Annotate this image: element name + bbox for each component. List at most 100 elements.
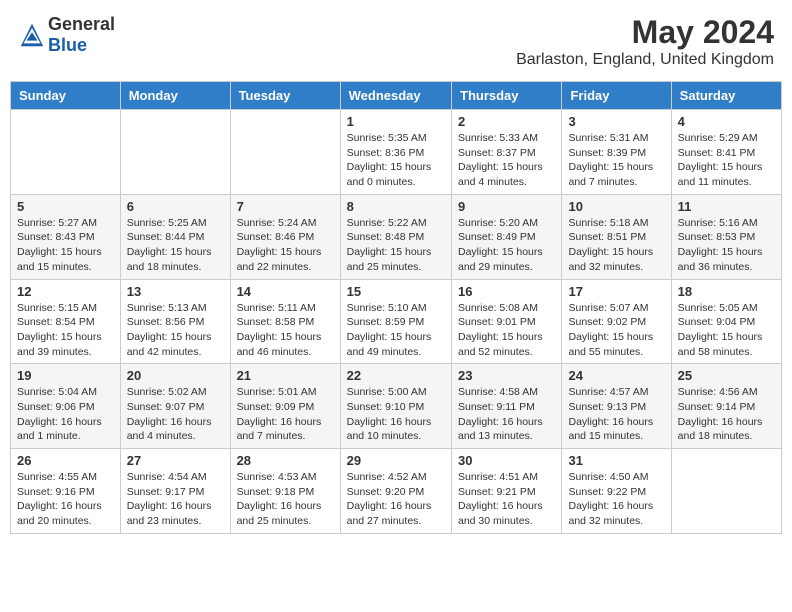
day-detail: Sunrise: 4:58 AMSunset: 9:11 PMDaylight:…	[458, 385, 555, 444]
logo-text-blue: Blue	[48, 35, 87, 55]
day-detail: Sunrise: 5:01 AMSunset: 9:09 PMDaylight:…	[237, 385, 334, 444]
day-number: 18	[678, 284, 775, 299]
day-number: 13	[127, 284, 224, 299]
calendar-header-row: SundayMondayTuesdayWednesdayThursdayFrid…	[11, 82, 782, 110]
calendar-cell	[230, 110, 340, 195]
calendar-cell: 15 Sunrise: 5:10 AMSunset: 8:59 PMDayligh…	[340, 279, 451, 364]
day-detail: Sunrise: 5:18 AMSunset: 8:51 PMDaylight:…	[568, 216, 664, 275]
day-detail: Sunrise: 5:24 AMSunset: 8:46 PMDaylight:…	[237, 216, 334, 275]
column-header-friday: Friday	[562, 82, 671, 110]
calendar-cell: 8 Sunrise: 5:22 AMSunset: 8:48 PMDaylight…	[340, 194, 451, 279]
calendar-cell: 11 Sunrise: 5:16 AMSunset: 8:53 PMDayligh…	[671, 194, 781, 279]
day-number: 12	[17, 284, 114, 299]
column-header-sunday: Sunday	[11, 82, 121, 110]
day-detail: Sunrise: 5:22 AMSunset: 8:48 PMDaylight:…	[347, 216, 445, 275]
day-detail: Sunrise: 4:54 AMSunset: 9:17 PMDaylight:…	[127, 470, 224, 529]
calendar-cell: 29Sunrise: 4:52 AMSunset: 9:20 PMDayligh…	[340, 449, 451, 534]
day-number: 2	[458, 114, 555, 129]
day-detail: Sunrise: 5:07 AMSunset: 9:02 PMDaylight:…	[568, 301, 664, 360]
day-detail: Sunrise: 4:53 AMSunset: 9:18 PMDaylight:…	[237, 470, 334, 529]
day-detail: Sunrise: 5:05 AMSunset: 9:04 PMDaylight:…	[678, 301, 775, 360]
calendar-cell: 14 Sunrise: 5:11 AMSunset: 8:58 PMDayligh…	[230, 279, 340, 364]
day-number: 5	[17, 199, 114, 214]
day-detail: Sunrise: 5:15 AMSunset: 8:54 PMDaylight:…	[17, 301, 114, 360]
day-detail: Sunrise: 5:20 AMSunset: 8:49 PMDaylight:…	[458, 216, 555, 275]
calendar-cell: 27Sunrise: 4:54 AMSunset: 9:17 PMDayligh…	[120, 449, 230, 534]
calendar-cell: 25 Sunrise: 4:56 AMSunset: 9:14 PMDayligh…	[671, 364, 781, 449]
calendar-cell: 12 Sunrise: 5:15 AMSunset: 8:54 PMDayligh…	[11, 279, 121, 364]
day-number: 23	[458, 368, 555, 383]
calendar-cell: 10Sunrise: 5:18 AMSunset: 8:51 PMDayligh…	[562, 194, 671, 279]
calendar-cell: 17 Sunrise: 5:07 AMSunset: 9:02 PMDayligh…	[562, 279, 671, 364]
calendar-cell: 9 Sunrise: 5:20 AMSunset: 8:49 PMDaylight…	[452, 194, 562, 279]
day-number: 6	[127, 199, 224, 214]
calendar-week-row: 1Sunrise: 5:35 AMSunset: 8:36 PMDaylight…	[11, 110, 782, 195]
logo: General Blue	[18, 14, 115, 56]
calendar-cell: 31 Sunrise: 4:50 AMSunset: 9:22 PMDayligh…	[562, 449, 671, 534]
column-header-tuesday: Tuesday	[230, 82, 340, 110]
column-header-thursday: Thursday	[452, 82, 562, 110]
calendar-cell: 7 Sunrise: 5:24 AMSunset: 8:46 PMDaylight…	[230, 194, 340, 279]
day-detail: Sunrise: 5:31 AMSunset: 8:39 PMDaylight:…	[568, 131, 664, 190]
day-detail: Sunrise: 5:27 AMSunset: 8:43 PMDaylight:…	[17, 216, 114, 275]
calendar-week-row: 19Sunrise: 5:04 AMSunset: 9:06 PMDayligh…	[11, 364, 782, 449]
calendar-cell: 22Sunrise: 5:00 AMSunset: 9:10 PMDayligh…	[340, 364, 451, 449]
calendar-cell: 3 Sunrise: 5:31 AMSunset: 8:39 PMDaylight…	[562, 110, 671, 195]
day-detail: Sunrise: 5:16 AMSunset: 8:53 PMDaylight:…	[678, 216, 775, 275]
day-detail: Sunrise: 4:56 AMSunset: 9:14 PMDaylight:…	[678, 385, 775, 444]
day-number: 14	[237, 284, 334, 299]
day-number: 4	[678, 114, 775, 129]
day-number: 24	[568, 368, 664, 383]
calendar-cell: 30 Sunrise: 4:51 AMSunset: 9:21 PMDayligh…	[452, 449, 562, 534]
day-number: 28	[237, 453, 334, 468]
page-header: General Blue May 2024 Barlaston, England…	[10, 10, 782, 73]
day-number: 17	[568, 284, 664, 299]
calendar-cell: 18 Sunrise: 5:05 AMSunset: 9:04 PMDayligh…	[671, 279, 781, 364]
calendar-cell: 20Sunrise: 5:02 AMSunset: 9:07 PMDayligh…	[120, 364, 230, 449]
day-number: 30	[458, 453, 555, 468]
day-number: 22	[347, 368, 445, 383]
logo-icon	[18, 21, 46, 49]
day-number: 8	[347, 199, 445, 214]
day-number: 9	[458, 199, 555, 214]
calendar-cell: 19Sunrise: 5:04 AMSunset: 9:06 PMDayligh…	[11, 364, 121, 449]
calendar-cell: 21 Sunrise: 5:01 AMSunset: 9:09 PMDayligh…	[230, 364, 340, 449]
day-number: 7	[237, 199, 334, 214]
calendar-cell: 28 Sunrise: 4:53 AMSunset: 9:18 PMDayligh…	[230, 449, 340, 534]
day-detail: Sunrise: 4:57 AMSunset: 9:13 PMDaylight:…	[568, 385, 664, 444]
day-detail: Sunrise: 4:50 AMSunset: 9:22 PMDaylight:…	[568, 470, 664, 529]
day-number: 31	[568, 453, 664, 468]
calendar-cell: 23 Sunrise: 4:58 AMSunset: 9:11 PMDayligh…	[452, 364, 562, 449]
day-detail: Sunrise: 4:51 AMSunset: 9:21 PMDaylight:…	[458, 470, 555, 529]
day-detail: Sunrise: 5:08 AMSunset: 9:01 PMDaylight:…	[458, 301, 555, 360]
calendar-cell: 5 Sunrise: 5:27 AMSunset: 8:43 PMDaylight…	[11, 194, 121, 279]
day-detail: Sunrise: 5:13 AMSunset: 8:56 PMDaylight:…	[127, 301, 224, 360]
calendar-cell: 26 Sunrise: 4:55 AMSunset: 9:16 PMDayligh…	[11, 449, 121, 534]
day-detail: Sunrise: 5:10 AMSunset: 8:59 PMDaylight:…	[347, 301, 445, 360]
calendar-cell: 4Sunrise: 5:29 AMSunset: 8:41 PMDaylight…	[671, 110, 781, 195]
day-number: 26	[17, 453, 114, 468]
calendar-cell: 1Sunrise: 5:35 AMSunset: 8:36 PMDaylight…	[340, 110, 451, 195]
calendar-cell: 6Sunrise: 5:25 AMSunset: 8:44 PMDaylight…	[120, 194, 230, 279]
column-header-saturday: Saturday	[671, 82, 781, 110]
day-number: 20	[127, 368, 224, 383]
title-section: May 2024 Barlaston, England, United King…	[516, 14, 774, 69]
calendar-table: SundayMondayTuesdayWednesdayThursdayFrid…	[10, 81, 782, 534]
day-number: 3	[568, 114, 664, 129]
location-subtitle: Barlaston, England, United Kingdom	[516, 51, 774, 69]
calendar-cell	[671, 449, 781, 534]
day-number: 11	[678, 199, 775, 214]
day-detail: Sunrise: 4:55 AMSunset: 9:16 PMDaylight:…	[17, 470, 114, 529]
column-header-wednesday: Wednesday	[340, 82, 451, 110]
calendar-cell: 24 Sunrise: 4:57 AMSunset: 9:13 PMDayligh…	[562, 364, 671, 449]
calendar-week-row: 12 Sunrise: 5:15 AMSunset: 8:54 PMDayligh…	[11, 279, 782, 364]
day-detail: Sunrise: 5:11 AMSunset: 8:58 PMDaylight:…	[237, 301, 334, 360]
month-year-title: May 2024	[516, 14, 774, 51]
day-number: 16	[458, 284, 555, 299]
day-number: 15	[347, 284, 445, 299]
calendar-cell: 16 Sunrise: 5:08 AMSunset: 9:01 PMDayligh…	[452, 279, 562, 364]
day-number: 21	[237, 368, 334, 383]
day-number: 1	[347, 114, 445, 129]
column-header-monday: Monday	[120, 82, 230, 110]
day-number: 25	[678, 368, 775, 383]
